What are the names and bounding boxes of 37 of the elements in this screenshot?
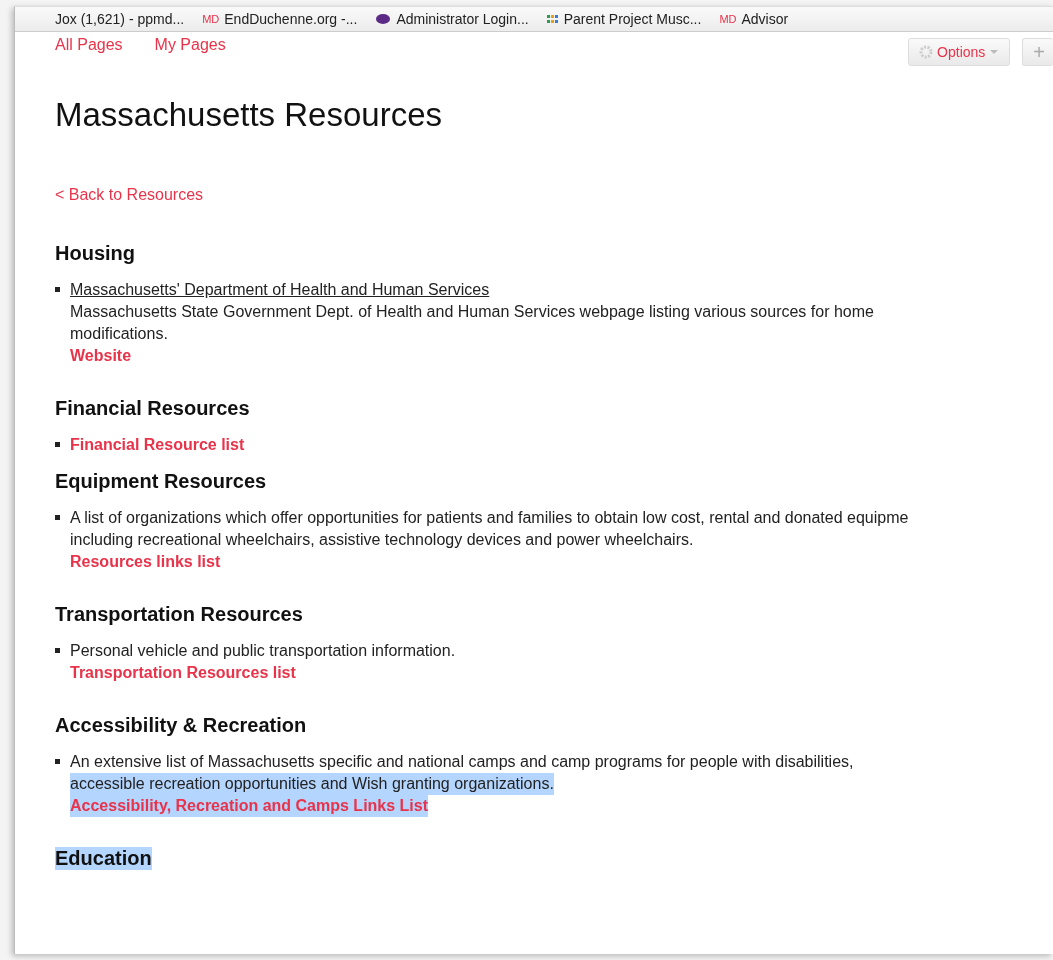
section-heading: Education	[55, 847, 152, 870]
back-link[interactable]: < Back to Resources	[55, 186, 204, 204]
bullet-icon	[55, 287, 60, 292]
section-heading: Accessibility & Recreation	[55, 714, 307, 737]
gear-icon	[919, 45, 934, 59]
bullet-icon	[55, 759, 60, 764]
section-heading: Transportation Resources	[55, 603, 303, 626]
md-label: MD	[719, 13, 737, 25]
options-button[interactable]: Options	[908, 38, 1011, 66]
bullet-icon	[55, 442, 60, 447]
bookmark-link[interactable]: Advisor	[741, 11, 789, 27]
resource-description: Personal vehicle and public transportation information.	[70, 641, 456, 661]
resource-link[interactable]: Transportation Resources list	[70, 662, 296, 684]
page-title: Massachusetts Resources	[55, 96, 443, 134]
resource-description: A list of organizations which offer opportunities for patients and families to obtain low cost, rental and donated equipme including recreational wheelchairs, assistive technology devices and power wheelchairs.	[70, 508, 909, 550]
nav-link[interactable]: My Pages	[154, 36, 226, 54]
resource-link[interactable]: Resources links list	[70, 551, 221, 573]
resource-link[interactable]: Financial Resource list	[70, 434, 245, 456]
resource-link[interactable]: Website	[70, 345, 132, 367]
bookmark-link[interactable]: Jox (1,621) - ppmd...	[55, 11, 185, 27]
resource-link[interactable]: Accessibility, Recreation and Camps Links List	[70, 795, 429, 817]
md-label: MD	[202, 13, 220, 25]
bookmark-link[interactable]: Administrator Login...	[396, 11, 529, 27]
bookmark-link[interactable]: EndDuchenne.org -...	[224, 11, 358, 27]
bookmark-link[interactable]: Parent Project Musc...	[563, 11, 702, 27]
section-heading: Financial Resources	[55, 397, 250, 420]
bullet-icon	[55, 648, 60, 653]
resource-title-link[interactable]: Massachusetts' Department of Health and Human Services	[70, 279, 490, 301]
resource-description: An extensive list of Massachusetts specific and national camps and camp programs for people with disabilities, accessible recreation opportunities and Wish granting organizations.	[70, 751, 854, 795]
section-heading: Housing	[55, 242, 135, 265]
logo-icon	[375, 12, 392, 26]
grid-icon	[546, 14, 559, 24]
nav-link[interactable]: All Pages	[55, 36, 123, 54]
section-heading: Equipment Resources	[55, 470, 267, 493]
bullet-icon	[55, 515, 60, 520]
caret-icon	[989, 49, 1000, 55]
resource-description: Massachusetts State Government Dept. of Health and Human Services webpage listing various sources for home modifications.	[70, 302, 874, 344]
